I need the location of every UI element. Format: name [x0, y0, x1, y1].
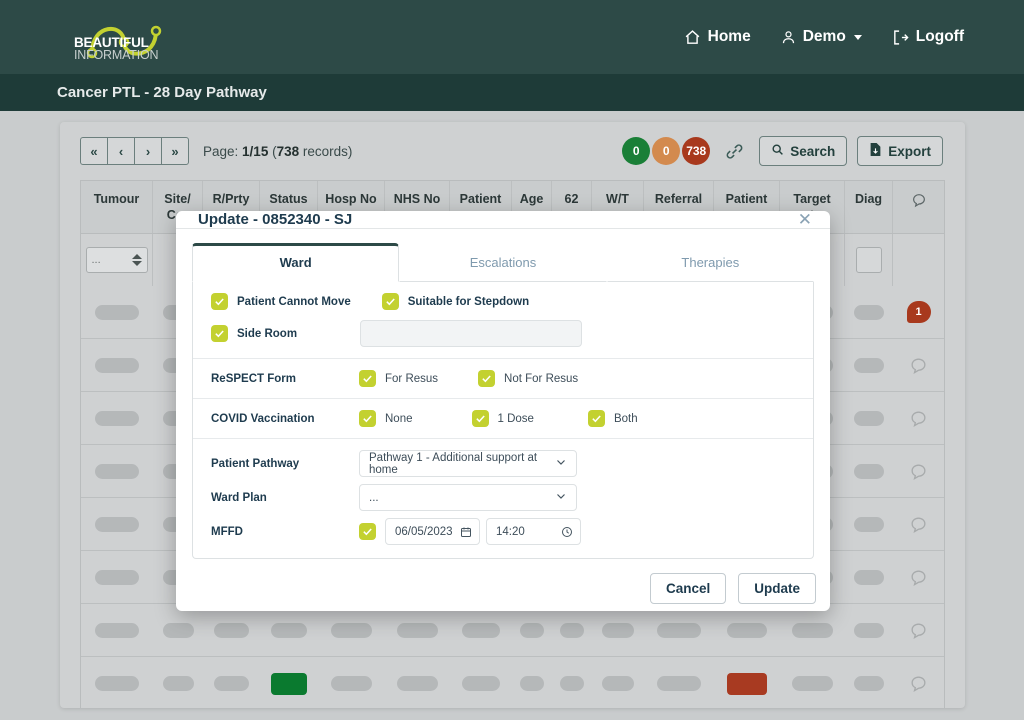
ward-flags-row-1: Patient Cannot Move Suitable for Stepdow… — [193, 282, 813, 313]
nav-item-demo[interactable]: Demo — [781, 28, 862, 46]
checkbox-not-for-resus[interactable] — [478, 370, 496, 387]
modal-title: Update - 0852340 - SJ — [198, 211, 353, 228]
respect-form-row: ReSPECT Form For Resus Not For Resus — [193, 359, 813, 398]
page-body: « ‹ › » Page: 1/15 (738 records) 0 0 738 — [0, 111, 1024, 720]
label-ward-plan: Ward Plan — [211, 491, 267, 504]
ward-plan-row: Ward Plan ... — [193, 479, 813, 513]
label-side-room: Side Room — [237, 327, 298, 340]
ward-flags-row-2: Side Room — [193, 313, 813, 358]
nav-links: Home Demo Logoff — [684, 28, 964, 46]
modal-overlay: Update - 0852340 - SJ ✕ Ward Escalations… — [0, 111, 1024, 720]
nav-item-demo-label: Demo — [802, 28, 846, 45]
label-for-resus: For Resus — [385, 372, 439, 385]
brand-logo[interactable]: BEAUTIFUL INFORMATION — [60, 9, 178, 65]
label-suitable-for-stepdown: Suitable for Stepdown — [407, 295, 530, 308]
page-subheader: Cancer PTL - 28 Day Pathway — [0, 74, 1024, 111]
label-covid-vaccination: COVID Vaccination — [211, 412, 315, 425]
patient-pathway-row: Patient Pathway Pathway 1 - Additional s… — [193, 439, 813, 479]
ward-form-panel: Patient Cannot Move Suitable for Stepdow… — [192, 282, 814, 559]
respect-form-section: ReSPECT Form For Resus Not For Resus — [193, 359, 813, 399]
brand-line-2: INFORMATION — [74, 47, 159, 62]
calendar-icon[interactable] — [460, 526, 472, 538]
home-icon — [684, 29, 701, 46]
ward-plan-value: ... — [369, 491, 379, 504]
checkbox-covid-both[interactable] — [587, 410, 605, 427]
mffd-time-value: 14:20 — [496, 525, 525, 538]
ward-plan-select[interactable]: ... — [359, 484, 577, 511]
update-modal: Update - 0852340 - SJ ✕ Ward Escalations… — [176, 211, 830, 611]
checkbox-covid-none[interactable] — [359, 410, 376, 427]
logout-icon — [892, 29, 909, 46]
top-navigation-bar: BEAUTIFUL INFORMATION Home Demo Logoff — [0, 0, 1024, 74]
tab-escalations[interactable]: Escalations — [399, 243, 607, 282]
mffd-row: MFFD 06/05/2023 14:20 — [193, 513, 813, 558]
modal-header: Update - 0852340 - SJ ✕ — [176, 211, 830, 229]
nav-item-logoff[interactable]: Logoff — [892, 28, 964, 46]
ward-flags-section: Patient Cannot Move Suitable for Stepdow… — [193, 282, 813, 359]
checkbox-mffd[interactable] — [359, 523, 376, 540]
mffd-date-input[interactable]: 06/05/2023 — [385, 518, 480, 545]
label-covid-none: None — [385, 412, 413, 425]
covid-vaccination-section: COVID Vaccination None 1 Dose Both — [193, 399, 813, 439]
page-title: Cancer PTL - 28 Day Pathway — [57, 84, 267, 101]
nav-item-home-label: Home — [707, 28, 751, 45]
checkbox-covid-1-dose[interactable] — [471, 410, 489, 427]
nav-item-logoff-label: Logoff — [915, 28, 964, 45]
cancel-button[interactable]: Cancel — [649, 573, 727, 604]
modal-footer: Cancel Update — [176, 559, 830, 619]
mffd-time-input[interactable]: 14:20 — [486, 518, 581, 545]
checkbox-suitable-for-stepdown[interactable] — [381, 293, 399, 310]
label-not-for-resus: Not For Resus — [504, 372, 579, 385]
patient-pathway-select[interactable]: Pathway 1 - Additional support at home — [359, 450, 577, 477]
pathway-section: Patient Pathway Pathway 1 - Additional s… — [193, 439, 813, 558]
label-patient-cannot-move: Patient Cannot Move — [237, 295, 351, 308]
label-respect-form: ReSPECT Form — [211, 372, 296, 385]
user-icon — [781, 29, 796, 46]
patient-pathway-value: Pathway 1 - Additional support at home — [369, 451, 538, 476]
label-mffd: MFFD — [211, 525, 243, 538]
close-icon[interactable]: ✕ — [798, 211, 812, 228]
modal-body: Ward Escalations Therapies Patient Canno… — [176, 229, 830, 559]
mffd-date-value: 06/05/2023 — [395, 525, 453, 538]
chevron-down-icon — [555, 456, 567, 471]
checkbox-side-room[interactable] — [211, 325, 228, 342]
clock-icon[interactable] — [561, 526, 573, 538]
label-covid-both: Both — [613, 412, 638, 425]
checkbox-for-resus[interactable] — [359, 370, 376, 387]
side-room-note-input[interactable] — [360, 320, 583, 347]
covid-vaccination-row: COVID Vaccination None 1 Dose Both — [193, 399, 813, 438]
update-button[interactable]: Update — [738, 573, 816, 604]
label-covid-1-dose: 1 Dose — [497, 412, 534, 425]
nav-item-home[interactable]: Home — [684, 28, 751, 46]
chevron-down-icon — [555, 490, 567, 505]
checkbox-patient-cannot-move[interactable] — [211, 293, 228, 310]
chevron-down-icon — [853, 34, 862, 40]
tab-therapies[interactable]: Therapies — [606, 243, 814, 282]
label-patient-pathway: Patient Pathway — [211, 457, 300, 470]
tab-ward[interactable]: Ward — [192, 243, 400, 282]
modal-tabs: Ward Escalations Therapies — [192, 243, 814, 282]
